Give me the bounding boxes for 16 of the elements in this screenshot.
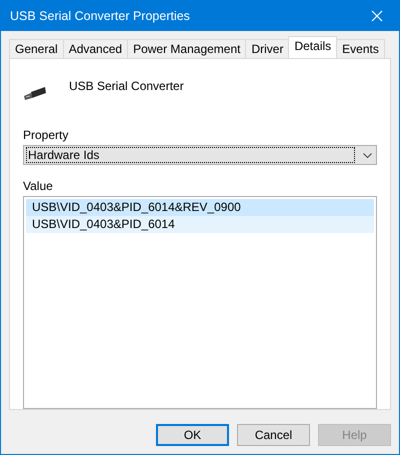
dialog-button[interactable]: OK — [156, 424, 229, 446]
list-item[interactable]: USB\VID_0403&PID_6014&REV_0900 — [26, 199, 374, 216]
tab[interactable]: General — [9, 39, 64, 58]
tab[interactable]: Details — [288, 36, 338, 58]
value-label: Value — [23, 179, 54, 194]
chevron-down-icon — [363, 152, 372, 158]
dialog-button[interactable]: Cancel — [237, 424, 310, 446]
device-name: USB Serial Converter — [69, 78, 184, 93]
property-dropdown[interactable]: Hardware Ids — [23, 145, 377, 166]
property-label: Property — [23, 128, 70, 142]
usb-plug-icon — [23, 86, 47, 101]
window-title: USB Serial Converter Properties — [10, 9, 190, 23]
list-item[interactable]: USB\VID_0403&PID_6014 — [26, 216, 374, 234]
tab[interactable]: Events — [336, 39, 385, 58]
tab[interactable]: Power Management — [127, 39, 246, 58]
close-icon — [371, 10, 383, 22]
